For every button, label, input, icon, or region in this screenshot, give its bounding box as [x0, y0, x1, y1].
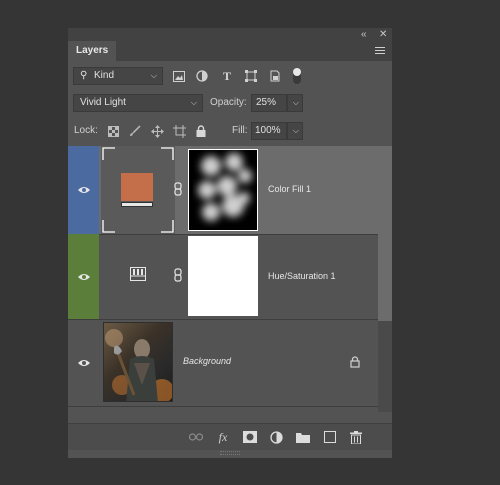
add-mask-icon[interactable] [243, 430, 257, 444]
filter-toggle-icon[interactable] [290, 68, 304, 84]
layer-name[interactable]: Background [183, 356, 231, 366]
layer-mask-thumbnail[interactable] [188, 236, 258, 316]
hue-saturation-adjustment-icon[interactable] [130, 267, 146, 281]
panel-menu-icon[interactable] [375, 47, 385, 56]
layers-list: Color Fill 1 Hue/Saturation 1 Background [68, 146, 392, 412]
adjustment-layer-icon[interactable] [269, 430, 283, 444]
layers-scrollbar[interactable] [378, 146, 392, 412]
adjustment-filter-icon[interactable] [195, 69, 209, 83]
link-layers-icon[interactable] [189, 430, 203, 444]
fill-dropdown[interactable]: ⌵ [287, 122, 303, 140]
opacity-label: Opacity: [210, 97, 247, 108]
smart-object-filter-icon[interactable] [268, 69, 282, 83]
chevron-down-icon: ⌵ [292, 126, 299, 135]
layer-mask-thumbnail[interactable] [188, 149, 258, 231]
chain-link-icon[interactable] [174, 268, 184, 282]
tab-layers[interactable]: Layers [68, 41, 117, 61]
type-filter-icon[interactable]: T [220, 69, 234, 83]
layer-row-background[interactable]: Background [68, 319, 378, 407]
filter-kind-select[interactable]: ⚲ Kind ⌵ [73, 67, 163, 85]
layer-row-color-fill[interactable]: Color Fill 1 [68, 146, 378, 235]
chain-link-icon[interactable] [174, 182, 184, 196]
lock-transparent-pixels-icon[interactable] [106, 124, 120, 138]
fill-value: 100% [255, 125, 281, 136]
fill-input[interactable]: 100% [251, 122, 287, 140]
chevron-down-icon: ⌵ [292, 98, 299, 107]
chevron-down-icon: ⌵ [190, 98, 197, 107]
collapse-icon[interactable]: « [361, 28, 367, 41]
search-icon: ⚲ [80, 70, 88, 81]
shape-filter-icon[interactable] [244, 69, 258, 83]
opacity-input[interactable]: 25% [251, 94, 287, 112]
lock-position-icon[interactable] [150, 124, 164, 138]
swatch-indicator-icon [121, 202, 153, 207]
blend-mode-value: Vivid Light [80, 97, 126, 108]
visibility-eye-icon[interactable] [68, 319, 99, 406]
fx-icon[interactable]: fx [216, 430, 230, 444]
pixel-filter-icon[interactable] [172, 69, 186, 83]
chevron-down-icon: ⌵ [150, 71, 157, 80]
layers-bottom-toolbar: fx [68, 423, 392, 450]
lock-all-icon[interactable] [194, 124, 208, 138]
lock-label: Lock: [74, 125, 98, 136]
panel-tab-row: Layers [68, 41, 392, 61]
selected-row-extension [378, 146, 392, 321]
background-thumbnail[interactable] [103, 322, 173, 402]
fill-layer-thumbnail[interactable] [101, 146, 175, 234]
layer-name[interactable]: Color Fill 1 [268, 184, 311, 194]
filter-kind-label: Kind [94, 70, 115, 81]
blend-mode-select[interactable]: Vivid Light ⌵ [73, 94, 203, 112]
panel-title-strip: « ✕ [68, 28, 392, 41]
lock-icon [350, 356, 360, 368]
delete-layer-icon[interactable] [349, 430, 363, 444]
visibility-eye-icon[interactable] [68, 146, 99, 234]
layers-panel: « ✕ Layers ⚲ Kind ⌵ T Vivid Light ⌵ Opac… [68, 28, 392, 458]
new-group-icon[interactable] [296, 430, 310, 444]
opacity-dropdown[interactable]: ⌵ [287, 94, 303, 112]
fill-label: Fill: [232, 125, 248, 136]
resize-grip-icon[interactable] [220, 451, 240, 455]
layer-name[interactable]: Hue/Saturation 1 [268, 271, 336, 281]
visibility-eye-icon[interactable] [68, 234, 99, 319]
new-layer-icon[interactable] [323, 430, 337, 444]
opacity-value: 25% [256, 97, 277, 108]
close-icon[interactable]: ✕ [379, 28, 387, 41]
color-swatch [121, 173, 153, 201]
lock-image-pixels-icon[interactable] [128, 124, 142, 138]
layer-row-hue-saturation[interactable]: Hue/Saturation 1 [68, 234, 378, 320]
lock-artboard-icon[interactable] [172, 124, 186, 138]
